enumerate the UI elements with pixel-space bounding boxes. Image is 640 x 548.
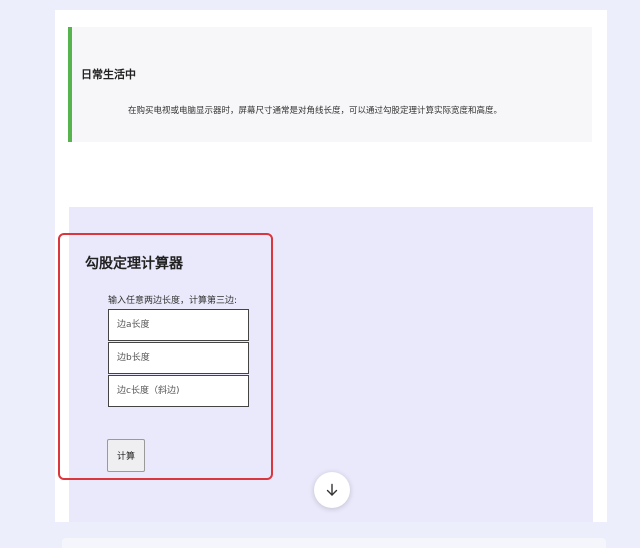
arrow-down-icon (324, 482, 340, 498)
daily-life-blockquote: 日常生活中 在购买电视或电脑显示器时，屏幕尺寸通常是对角线长度，可以通过勾股定理… (68, 27, 592, 142)
scroll-down-button[interactable] (314, 472, 350, 508)
next-section-card (62, 538, 606, 548)
side-a-input[interactable] (108, 309, 249, 341)
daily-life-heading: 日常生活中 (81, 68, 136, 81)
side-c-input[interactable] (108, 375, 249, 407)
calculator-hint: 输入任意两边长度，计算第三边: (108, 296, 238, 306)
side-b-input[interactable] (108, 342, 249, 374)
calculate-button[interactable]: 计算 (107, 439, 145, 472)
page: 日常生活中 在购买电视或电脑显示器时，屏幕尺寸通常是对角线长度，可以通过勾股定理… (0, 0, 640, 548)
calculator-title: 勾股定理计算器 (85, 256, 183, 272)
daily-life-text: 在购买电视或电脑显示器时，屏幕尺寸通常是对角线长度，可以通过勾股定理计算实际宽度… (128, 106, 503, 116)
